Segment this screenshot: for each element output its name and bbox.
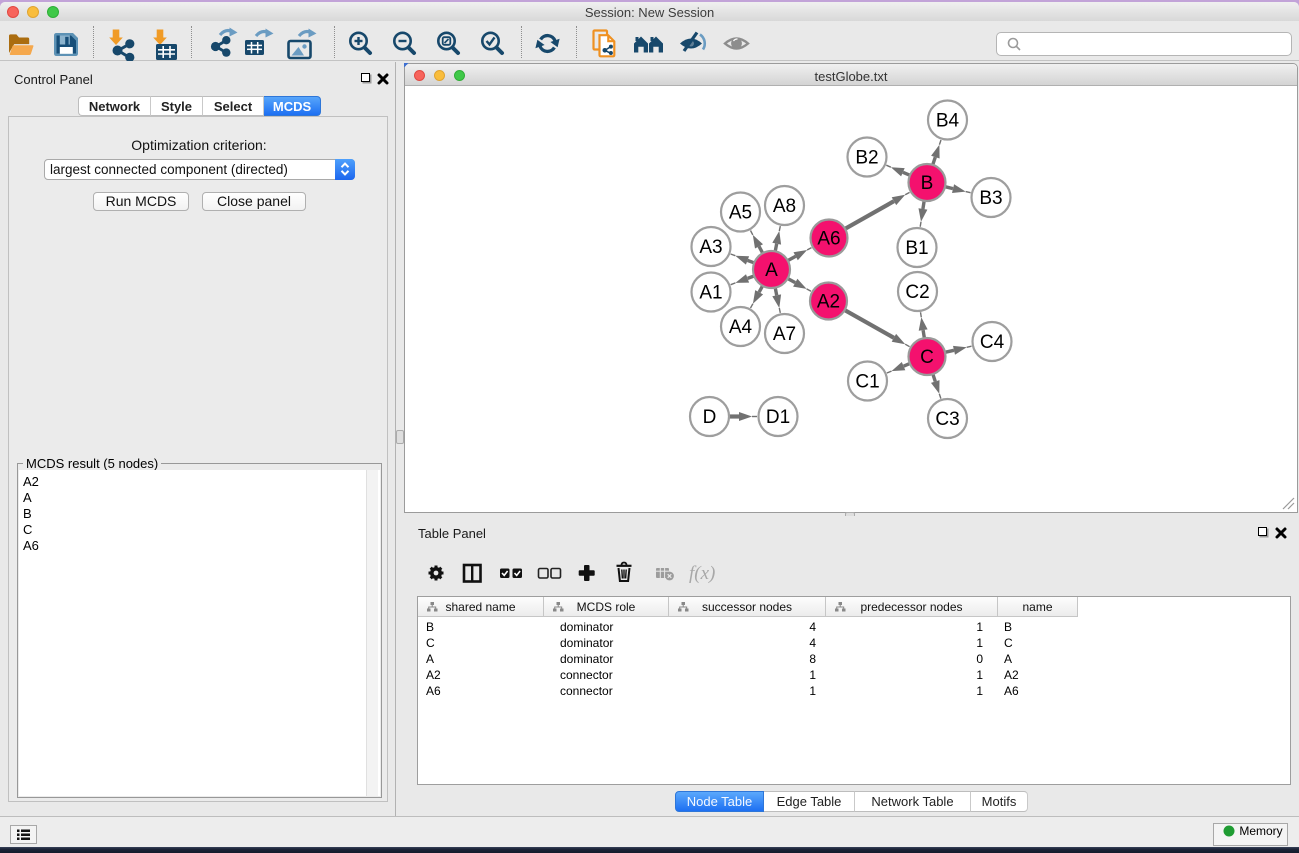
svg-text:C: C bbox=[920, 347, 934, 368]
svg-text:B1: B1 bbox=[905, 238, 928, 259]
svg-text:B: B bbox=[921, 173, 934, 194]
svg-text:A7: A7 bbox=[773, 324, 796, 345]
svg-text:C3: C3 bbox=[935, 409, 959, 430]
svg-text:A8: A8 bbox=[773, 196, 796, 217]
svg-text:A2: A2 bbox=[817, 292, 840, 313]
svg-text:A3: A3 bbox=[699, 237, 722, 258]
svg-text:A: A bbox=[765, 260, 778, 281]
svg-text:C4: C4 bbox=[980, 332, 1005, 353]
svg-text:C1: C1 bbox=[855, 372, 879, 393]
svg-text:A6: A6 bbox=[817, 229, 840, 250]
svg-text:B2: B2 bbox=[855, 148, 878, 169]
svg-text:f(x): f(x) bbox=[689, 563, 715, 584]
svg-text:B4: B4 bbox=[936, 111, 960, 132]
svg-text:A1: A1 bbox=[699, 283, 722, 304]
svg-text:C2: C2 bbox=[905, 282, 929, 303]
svg-text:D1: D1 bbox=[766, 407, 790, 428]
svg-text:A5: A5 bbox=[729, 203, 752, 224]
svg-text:D: D bbox=[703, 407, 717, 428]
svg-text:A4: A4 bbox=[729, 317, 753, 338]
svg-text:B3: B3 bbox=[979, 188, 1002, 209]
